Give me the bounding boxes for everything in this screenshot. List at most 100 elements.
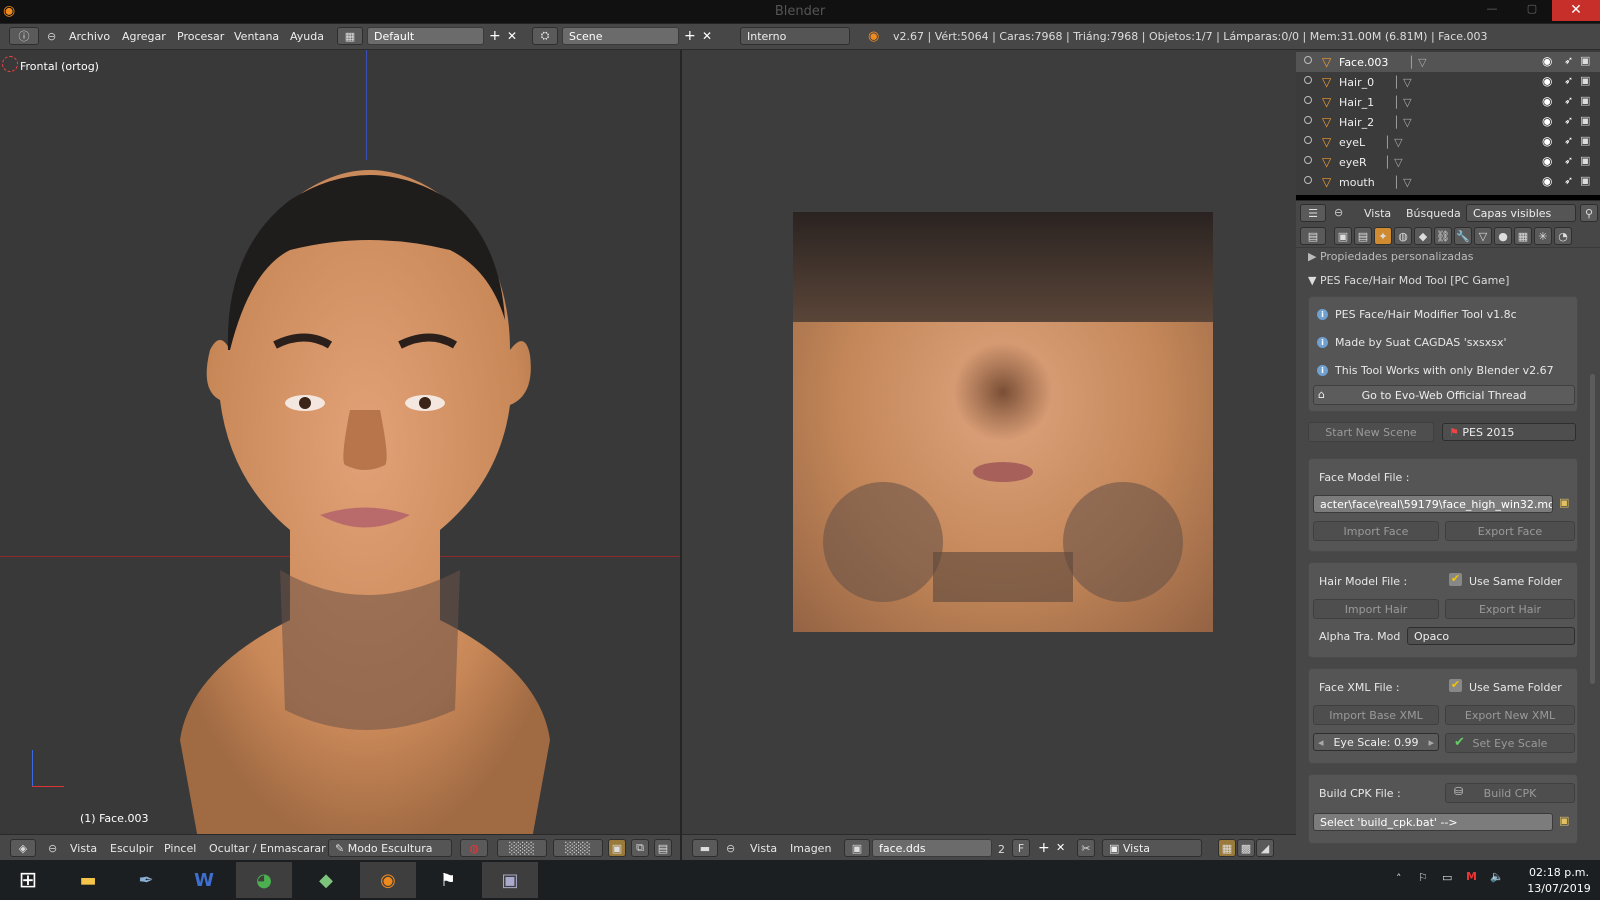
set-eye-scale-button[interactable]: ✔ Set Eye Scale [1445, 733, 1575, 753]
image-viewer-icon[interactable]: ▣ [482, 862, 538, 898]
alpha-icon[interactable]: ▩ [1237, 839, 1255, 857]
outliner-row[interactable]: ▽ eyeL │ ▽ ◉ ➶ ▣ [1296, 132, 1600, 152]
menu-vista-image[interactable]: Vista [750, 842, 777, 855]
editor-type-outliner-icon[interactable]: ☰ [1300, 204, 1326, 222]
render-camera-icon[interactable]: ▣ [1580, 54, 1590, 67]
maps-app-icon[interactable]: ◆ [298, 862, 354, 898]
outliner-row[interactable]: ▽ Hair_1 │ ▽ ◉ ➶ ▣ [1296, 92, 1600, 112]
visibility-eye-icon[interactable]: ◉ [1542, 134, 1552, 148]
render-camera-icon[interactable]: ▣ [1580, 74, 1590, 87]
visibility-eye-icon[interactable]: ◉ [1542, 114, 1552, 128]
scene-tab-icon[interactable]: ✦ [1374, 227, 1392, 245]
object-tab-icon[interactable]: ◆ [1414, 227, 1432, 245]
collapse-3d-menu-icon[interactable]: ⊖ [48, 842, 57, 855]
editor-type-properties-icon[interactable]: ▤ [1300, 227, 1326, 245]
expand-icon[interactable] [1304, 116, 1312, 124]
menu-procesar[interactable]: Procesar [177, 30, 224, 43]
menu-archivo[interactable]: Archivo [69, 30, 110, 43]
expand-icon[interactable] [1304, 176, 1312, 184]
pes-version-select[interactable]: ⚑ PES 2015 [1442, 423, 1576, 441]
select-cursor-icon[interactable]: ➶ [1564, 154, 1573, 167]
expand-icon[interactable] [1304, 76, 1312, 84]
visibility-eye-icon[interactable]: ◉ [1542, 94, 1552, 108]
face-model-path-field[interactable]: acter\face\real\59179\face_high_win32.mo… [1313, 495, 1553, 513]
tray-chevron-icon[interactable]: ˄ [1396, 872, 1402, 885]
remove-scene-icon[interactable]: ✕ [702, 29, 712, 43]
use-same-folder-checkbox[interactable]: ✔ [1449, 573, 1462, 586]
add-layout-icon[interactable]: + [489, 28, 501, 44]
object-name[interactable]: Hair_2 [1339, 116, 1374, 129]
menu-ocultar-enmascarar[interactable]: Ocultar / Enmascarar [209, 842, 326, 855]
pes-tool-header[interactable]: ▼ PES Face/Hair Mod Tool [PC Game] [1308, 274, 1509, 287]
outliner-row[interactable]: ▽ mouth │ ▽ ◉ ➶ ▣ [1296, 172, 1600, 192]
decrement-icon[interactable]: ◂ [1318, 736, 1324, 749]
image-editor[interactable] [682, 50, 1296, 834]
collapse-menu-icon[interactable]: ⊖ [47, 30, 56, 43]
menu-ayuda[interactable]: Ayuda [290, 30, 324, 43]
minimize-button[interactable]: — [1480, 2, 1504, 20]
folder-icon-2[interactable]: ▣ [1559, 814, 1569, 827]
pen-app-icon[interactable]: ✒ [118, 862, 174, 898]
mode-select[interactable]: ✎ Modo Escultura [328, 839, 452, 857]
remove-layout-icon[interactable]: ✕ [507, 29, 517, 43]
fake-user-button[interactable]: F [1012, 839, 1030, 857]
chrome-icon[interactable]: ◕ [236, 862, 292, 898]
outliner-row[interactable]: ▽ eyeR │ ▽ ◉ ➶ ▣ [1296, 152, 1600, 172]
render-anim-icon[interactable]: ▤ [654, 839, 672, 857]
texture-tab-icon[interactable]: ▦ [1514, 227, 1532, 245]
render-camera-icon[interactable]: ▣ [1580, 114, 1590, 127]
screen-layout-icon[interactable]: ▦ [337, 27, 363, 45]
export-hair-button[interactable]: Export Hair [1445, 599, 1575, 619]
menu-vista-outliner[interactable]: Vista [1364, 207, 1391, 220]
select-cursor-icon[interactable]: ➶ [1564, 74, 1573, 87]
properties-scrollbar[interactable] [1590, 374, 1595, 684]
search-icon[interactable]: ⚲ [1580, 204, 1598, 222]
export-face-button[interactable]: Export Face [1445, 521, 1575, 541]
outliner[interactable]: ▽ Face.003 │ ▽ ◉ ➶ ▣ ▽ Hair_0 │ ▽ ◉ ➶ ▣ … [1296, 50, 1600, 195]
3d-cursor-icon[interactable] [2, 56, 18, 72]
start-new-scene-button[interactable]: Start New Scene [1308, 422, 1434, 442]
menu-esculpir[interactable]: Esculpir [110, 842, 153, 855]
render-tab-icon[interactable]: ▣ [1334, 227, 1352, 245]
clock-time[interactable]: 02:18 p.m. [1524, 866, 1594, 879]
add-scene-icon[interactable]: + [684, 28, 696, 44]
close-window-button[interactable]: ✕ [1552, 0, 1600, 21]
menu-pincel[interactable]: Pincel [164, 842, 196, 855]
modifiers-tab-icon[interactable]: 🔧 [1454, 227, 1472, 245]
scene-icon[interactable]: ⛭ [532, 27, 558, 45]
physics-tab-icon[interactable]: ◔ [1554, 227, 1572, 245]
render-camera-icon[interactable]: ▣ [1580, 134, 1590, 147]
display-mode-select[interactable]: ▣ Vista [1102, 839, 1202, 857]
menu-ventana[interactable]: Ventana [234, 30, 279, 43]
outliner-row[interactable]: ▽ Hair_2 │ ▽ ◉ ➶ ▣ [1296, 112, 1600, 132]
scene-field[interactable]: Scene [562, 27, 679, 45]
expand-icon[interactable] [1304, 96, 1312, 104]
viewport-shading-icon[interactable]: ◍ [460, 839, 488, 857]
collapse-outliner-menu-icon[interactable]: ⊖ [1334, 206, 1343, 219]
object-name[interactable]: eyeR [1339, 156, 1367, 169]
menu-imagen[interactable]: Imagen [790, 842, 831, 855]
display-filter-select[interactable]: Capas visibles [1466, 204, 1576, 222]
edit-icon[interactable]: ◢ [1256, 839, 1274, 857]
render-camera-icon[interactable]: ▣ [1580, 174, 1590, 187]
import-base-xml-button[interactable]: Import Base XML [1313, 705, 1439, 725]
menu-vista-3d[interactable]: Vista [70, 842, 97, 855]
word-icon[interactable]: W [176, 862, 232, 898]
start-button[interactable]: ⊞ [0, 862, 56, 898]
increment-icon[interactable]: ▸ [1428, 736, 1434, 749]
world-tab-icon[interactable]: ◍ [1394, 227, 1412, 245]
unlink-image-icon[interactable]: ✕ [1056, 841, 1065, 854]
visibility-eye-icon[interactable]: ◉ [1542, 154, 1552, 168]
info-editor-type-icon[interactable]: ⓘ [9, 27, 39, 45]
editor-type-image-icon[interactable]: ▬ [692, 839, 718, 857]
visibility-eye-icon[interactable]: ◉ [1542, 174, 1552, 188]
blender-taskbar-icon[interactable]: ◉ [360, 862, 416, 898]
object-name[interactable]: Hair_0 [1339, 76, 1374, 89]
head-model[interactable] [170, 150, 570, 834]
layers-grid-icon-2[interactable]: ░░░ [553, 839, 603, 857]
menu-agregar[interactable]: Agregar [122, 30, 166, 43]
eye-scale-stepper[interactable]: ◂ Eye Scale: 0.99 ▸ [1313, 733, 1439, 751]
expand-icon[interactable] [1304, 136, 1312, 144]
layers-grid-icon-1[interactable]: ░░░ [497, 839, 547, 857]
visibility-eye-icon[interactable]: ◉ [1542, 54, 1552, 68]
